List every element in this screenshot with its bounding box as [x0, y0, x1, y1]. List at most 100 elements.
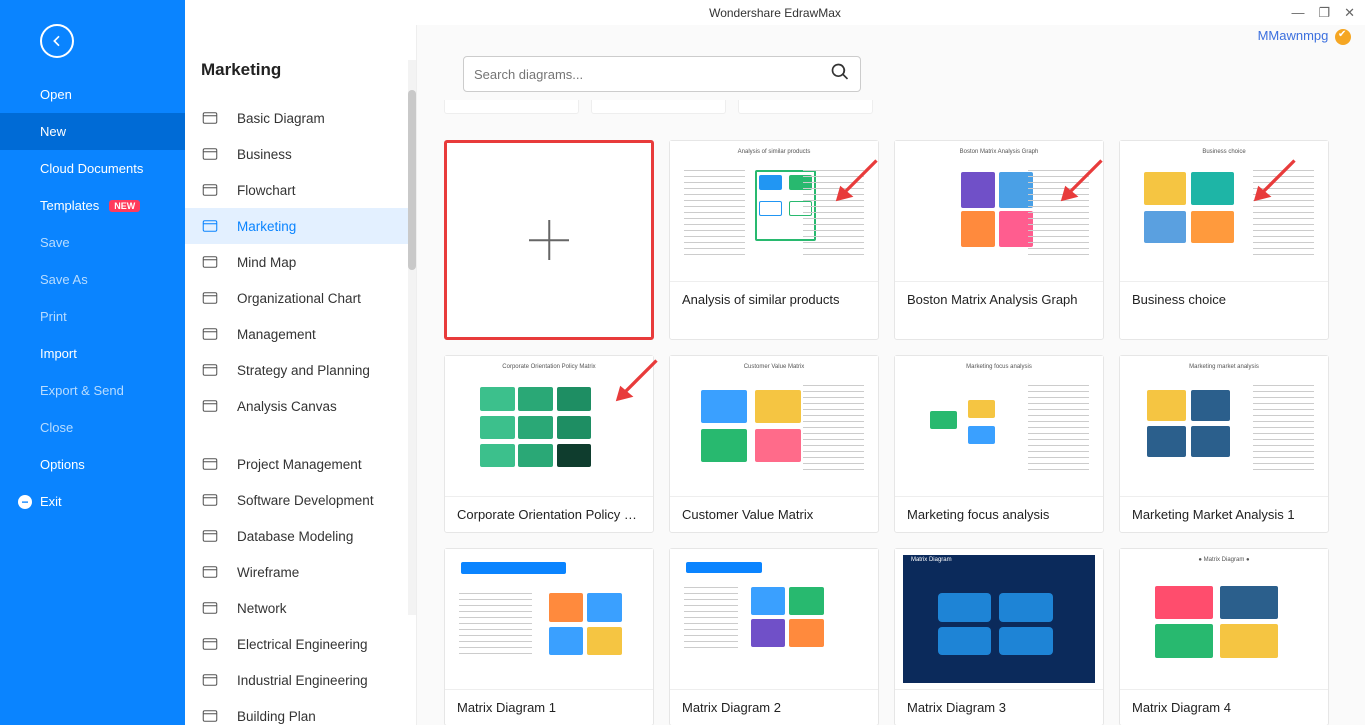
category-item[interactable]: Project Management: [185, 446, 416, 482]
template-card[interactable]: Marketing focus analysisMarketing focus …: [894, 355, 1104, 533]
prev-row-card: [444, 100, 579, 114]
menu-exit[interactable]: Exit: [0, 483, 185, 520]
menu-open[interactable]: Open: [0, 76, 185, 113]
category-item[interactable]: Flowchart: [185, 172, 416, 208]
category-label: Basic Diagram: [237, 111, 325, 126]
category-item[interactable]: Marketing: [185, 208, 416, 244]
template-card[interactable]: Customer Value MatrixCustomer Value Matr…: [669, 355, 879, 533]
menu-print[interactable]: Print: [0, 298, 185, 335]
category-icon: [201, 599, 219, 617]
template-thumbnail: Corporate Orientation Policy Matrix: [445, 356, 653, 496]
category-item[interactable]: Basic Diagram: [185, 100, 416, 136]
template-label: Marketing Market Analysis 1: [1120, 496, 1328, 532]
template-card[interactable]: Matrix Diagram 2: [669, 548, 879, 725]
menu-save-as[interactable]: Save As: [0, 261, 185, 298]
category-label: Strategy and Planning: [237, 363, 370, 378]
category-icon: [201, 563, 219, 581]
category-label: Mind Map: [237, 255, 296, 270]
menu-import[interactable]: Import: [0, 335, 185, 372]
category-icon: [201, 707, 219, 725]
category-icon: [201, 361, 219, 379]
template-card[interactable]: Boston Matrix Analysis GraphBoston Matri…: [894, 140, 1104, 340]
category-label: Building Plan: [237, 709, 316, 724]
category-scrollbar[interactable]: [408, 60, 416, 615]
category-label: Organizational Chart: [237, 291, 361, 306]
template-label: Customer Value Matrix: [670, 496, 878, 532]
template-card[interactable]: Analysis of similar productsAnalysis of …: [669, 140, 879, 340]
category-icon: [201, 635, 219, 653]
category-label: Marketing: [237, 219, 296, 234]
user-name[interactable]: MMawnmpg: [1258, 28, 1329, 43]
menu-cloud-documents[interactable]: Cloud Documents: [0, 150, 185, 187]
template-thumbnail: Customer Value Matrix: [670, 356, 878, 496]
category-item[interactable]: Electrical Engineering: [185, 626, 416, 662]
back-button[interactable]: [40, 24, 74, 58]
category-icon: [201, 253, 219, 271]
menu-export-send[interactable]: Export & Send: [0, 372, 185, 409]
user-account[interactable]: MMawnmpg: [1258, 28, 1351, 45]
category-label: Project Management: [237, 457, 362, 472]
template-label: Boston Matrix Analysis Graph: [895, 281, 1103, 317]
template-thumbnail: ● Matrix Diagram ●: [1120, 549, 1328, 689]
template-thumbnail: Marketing focus analysis: [895, 356, 1103, 496]
category-item[interactable]: Management: [185, 316, 416, 352]
menu-templates-label: Templates: [40, 198, 99, 213]
category-sidebar: Marketing Basic Diagram Business Flowchart…: [185, 0, 417, 725]
template-label: Marketing focus analysis: [895, 496, 1103, 532]
category-icon: [201, 181, 219, 199]
template-thumbnail: [670, 549, 878, 689]
search-icon[interactable]: [830, 62, 850, 87]
template-card[interactable]: Marketing market analysisMarketing Marke…: [1119, 355, 1329, 533]
category-label: Flowchart: [237, 183, 296, 198]
category-item[interactable]: Building Plan: [185, 698, 416, 725]
category-label: Database Modeling: [237, 529, 353, 544]
template-card[interactable]: ● Matrix Diagram ●Matrix Diagram 4: [1119, 548, 1329, 725]
new-blank-diagram[interactable]: [444, 140, 654, 340]
category-label: Network: [237, 601, 287, 616]
template-card[interactable]: Business choiceBusiness choice: [1119, 140, 1329, 340]
maximize-button[interactable]: ❐: [1318, 5, 1330, 21]
menu-close[interactable]: Close: [0, 409, 185, 446]
close-window-button[interactable]: ✕: [1344, 5, 1355, 21]
templates-pane: Analysis of similar productsAnalysis of …: [417, 0, 1365, 725]
category-icon: [201, 145, 219, 163]
plus-icon: [524, 215, 574, 265]
category-icon: [201, 109, 219, 127]
template-thumbnail: Business choice: [1120, 141, 1328, 281]
category-item[interactable]: Analysis Canvas: [185, 388, 416, 424]
verified-badge-icon: [1335, 29, 1351, 45]
template-card[interactable]: Matrix DiagramMatrix Diagram 3: [894, 548, 1104, 725]
menu-save[interactable]: Save: [0, 224, 185, 261]
template-label: Matrix Diagram 4: [1120, 689, 1328, 725]
category-label: Business: [237, 147, 292, 162]
menu-options[interactable]: Options: [0, 446, 185, 483]
minimize-button[interactable]: —: [1291, 5, 1304, 21]
category-item[interactable]: Organizational Chart: [185, 280, 416, 316]
category-label: Wireframe: [237, 565, 299, 580]
category-label: Analysis Canvas: [237, 399, 337, 414]
template-card[interactable]: Matrix Diagram 1: [444, 548, 654, 725]
category-item[interactable]: Network: [185, 590, 416, 626]
template-card[interactable]: Corporate Orientation Policy MatrixCorpo…: [444, 355, 654, 533]
category-icon: [201, 397, 219, 415]
category-icon: [201, 325, 219, 343]
category-label: Electrical Engineering: [237, 637, 368, 652]
menu-new[interactable]: New: [0, 113, 185, 150]
search-bar[interactable]: [463, 56, 861, 92]
prev-row-card: [738, 100, 873, 114]
template-thumbnail: Boston Matrix Analysis Graph: [895, 141, 1103, 281]
category-label: Software Development: [237, 493, 374, 508]
category-item[interactable]: Strategy and Planning: [185, 352, 416, 388]
category-icon: [201, 289, 219, 307]
category-icon: [201, 671, 219, 689]
category-item[interactable]: Mind Map: [185, 244, 416, 280]
category-item[interactable]: Software Development: [185, 482, 416, 518]
category-item[interactable]: Business: [185, 136, 416, 172]
category-heading: Marketing: [185, 60, 416, 100]
category-item[interactable]: Industrial Engineering: [185, 662, 416, 698]
search-input[interactable]: [474, 67, 830, 82]
template-thumbnail: Marketing market analysis: [1120, 356, 1328, 496]
category-item[interactable]: Wireframe: [185, 554, 416, 590]
category-item[interactable]: Database Modeling: [185, 518, 416, 554]
menu-templates[interactable]: Templates NEW: [0, 187, 185, 224]
